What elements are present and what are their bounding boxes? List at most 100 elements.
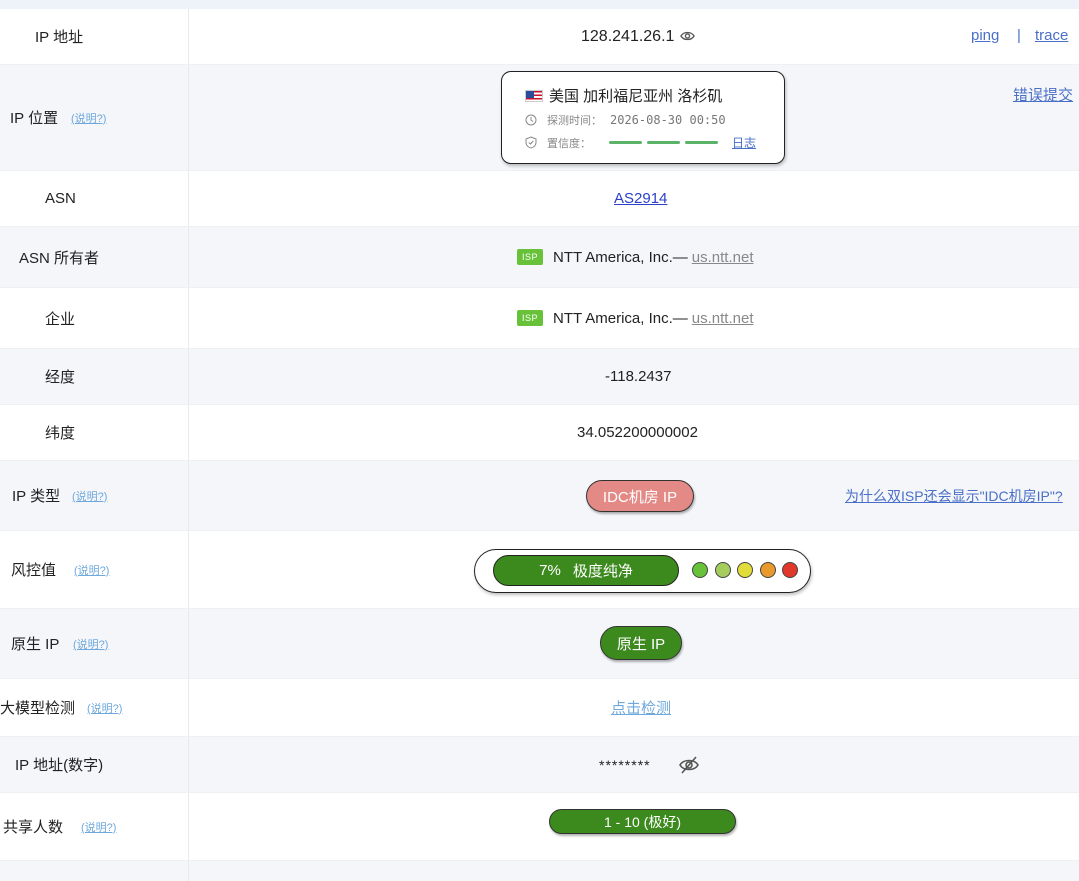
value-cell: 点击检测: [189, 679, 1079, 736]
label-cell: 风控值 (说明?): [0, 531, 189, 608]
row-company: 企业 ISP NTT America, Inc.— us.ntt.net: [0, 288, 1079, 349]
native-ip-label: 原生 IP: [11, 636, 60, 653]
eye-icon[interactable]: [680, 30, 695, 42]
ip-address-label: IP 地址: [35, 29, 84, 46]
value-cell: [189, 861, 1079, 881]
ip-number-value: ********: [599, 756, 651, 773]
row-next: [0, 861, 1079, 881]
longitude-value: -118.2437: [605, 368, 672, 385]
help-link[interactable]: (说明?): [73, 636, 108, 652]
label-cell: [0, 861, 189, 881]
asn-owner-label: ASN 所有者: [19, 249, 100, 267]
value-cell: 1 - 10 (极好): [189, 793, 1079, 860]
us-flag-icon: [525, 90, 543, 102]
risk-dot-4: [760, 562, 776, 578]
company-name: NTT America, Inc.—: [553, 309, 688, 327]
ip-address-value: 128.241.26.1: [581, 27, 675, 45]
company-domain-link[interactable]: us.ntt.net: [692, 310, 754, 327]
help-link[interactable]: (说明?): [74, 562, 109, 578]
row-asn: ASN AS2914: [0, 171, 1079, 227]
label-cell: ASN 所有者: [0, 227, 189, 287]
eye-off-icon[interactable]: [678, 755, 700, 775]
label-cell: 共享人数 (说明?): [0, 793, 189, 860]
row-llm-detection: 大模型检测 (说明?) 点击检测: [0, 679, 1079, 737]
isp-badge: ISP: [517, 249, 544, 265]
label-cell: ASN: [0, 171, 189, 226]
row-ip-address: IP 地址 128.241.26.1 ping | trace: [0, 9, 1079, 65]
confidence-label: 置信度：: [547, 137, 591, 150]
value-cell: AS2914: [189, 171, 1079, 226]
llm-detection-label: 大模型检测: [0, 700, 76, 717]
risk-score: 7% 极度纯净: [493, 555, 679, 586]
confidence-bars: [609, 141, 718, 144]
log-link[interactable]: 日志: [732, 134, 756, 151]
shield-check-icon: [525, 136, 537, 149]
why-idc-link[interactable]: 为什么双ISP还会显示"IDC机房IP"?: [845, 486, 1063, 506]
value-cell: 原生 IP: [189, 609, 1079, 678]
label-cell: IP 位置 (说明?): [0, 65, 189, 170]
location-card: 美国 加利福尼亚州 洛杉矶 探测时间： 2026-08-30 00:50 置信度…: [501, 71, 785, 164]
row-asn-owner: ASN 所有者 ISP NTT America, Inc.— us.ntt.ne…: [0, 227, 1079, 288]
asn-label: ASN: [45, 190, 76, 207]
location-place-text: 美国 加利福尼亚州 洛杉矶: [549, 88, 723, 105]
asn-owner-value: ISP NTT America, Inc.— us.ntt.net: [517, 249, 754, 266]
company-value: ISP NTT America, Inc.— us.ntt.net: [517, 310, 754, 327]
value-cell: -118.2437: [189, 349, 1079, 404]
row-ip-location: IP 位置 (说明?) 美国 加利福尼亚州 洛杉矶 探测时间： 2026-08-…: [0, 65, 1079, 171]
native-ip-badge: 原生 IP: [600, 626, 682, 660]
label-cell: 纬度: [0, 405, 189, 460]
asn-owner-domain-link[interactable]: us.ntt.net: [692, 249, 754, 266]
risk-percent: 7%: [539, 562, 561, 579]
risk-dot-5: [782, 562, 798, 578]
value-cell: 美国 加利福尼亚州 洛杉矶 探测时间： 2026-08-30 00:50 置信度…: [189, 65, 1079, 170]
isp-badge: ISP: [517, 310, 544, 326]
latitude-label: 纬度: [45, 425, 76, 442]
risk-dot-3: [737, 562, 753, 578]
label-cell: 企业: [0, 288, 189, 348]
confidence: 置信度： 日志: [525, 134, 756, 151]
latitude-value: 34.052200000002: [577, 424, 698, 441]
help-link[interactable]: (说明?): [87, 700, 122, 716]
row-shared-users: 共享人数 (说明?) 1 - 10 (极好): [0, 793, 1079, 861]
asn-link[interactable]: AS2914: [614, 190, 667, 207]
value-cell: ISP NTT America, Inc.— us.ntt.net: [189, 227, 1079, 287]
shared-users-label: 共享人数: [3, 819, 64, 836]
probe-time: 探测时间： 2026-08-30 00:50: [525, 112, 726, 128]
row-ip-number: IP 地址(数字) ********: [0, 737, 1079, 793]
idc-badge: IDC机房 IP: [586, 480, 694, 512]
trace-link[interactable]: trace: [1035, 27, 1068, 44]
ip-type-label: IP 类型: [12, 488, 61, 505]
label-cell: IP 地址(数字): [0, 737, 189, 792]
label-cell: IP 类型 (说明?): [0, 461, 189, 530]
shared-users-badge: 1 - 10 (极好): [549, 809, 736, 834]
asn-owner-name: NTT America, Inc.—: [553, 248, 688, 266]
ping-link[interactable]: ping: [971, 27, 999, 44]
label-cell: 经度: [0, 349, 189, 404]
error-report-link[interactable]: 错误提交: [1013, 84, 1073, 105]
location-place: 美国 加利福尼亚州 洛杉矶: [525, 85, 722, 106]
value-cell: IDC机房 IP 为什么双ISP还会显示"IDC机房IP"?: [189, 461, 1079, 530]
label-cell: 大模型检测 (说明?): [0, 679, 189, 736]
llm-detect-link[interactable]: 点击检测: [611, 697, 671, 718]
row-risk: 风控值 (说明?) 7% 极度纯净: [0, 531, 1079, 609]
value-cell: 128.241.26.1 ping | trace: [189, 9, 1079, 64]
risk-label: 风控值: [11, 562, 57, 579]
top-strip: [0, 0, 1079, 9]
risk-dot-1: [692, 562, 708, 578]
help-link[interactable]: (说明?): [72, 488, 107, 504]
label-cell: 原生 IP (说明?): [0, 609, 189, 678]
company-label: 企业: [45, 310, 76, 328]
value-cell: ********: [189, 737, 1079, 792]
value-cell: ISP NTT America, Inc.— us.ntt.net: [189, 288, 1079, 348]
clock-icon: [525, 114, 537, 126]
row-ip-type: IP 类型 (说明?) IDC机房 IP 为什么双ISP还会显示"IDC机房IP…: [0, 461, 1079, 531]
row-native-ip: 原生 IP (说明?) 原生 IP: [0, 609, 1079, 679]
value-cell: 7% 极度纯净: [189, 531, 1079, 608]
help-link[interactable]: (说明?): [71, 110, 106, 126]
ip-number-label: IP 地址(数字): [15, 757, 104, 774]
help-link[interactable]: (说明?): [81, 819, 116, 835]
probe-time-label: 探测时间：: [547, 115, 602, 127]
longitude-label: 经度: [45, 369, 76, 386]
row-latitude: 纬度 34.052200000002: [0, 405, 1079, 461]
risk-text: 极度纯净: [572, 563, 633, 580]
